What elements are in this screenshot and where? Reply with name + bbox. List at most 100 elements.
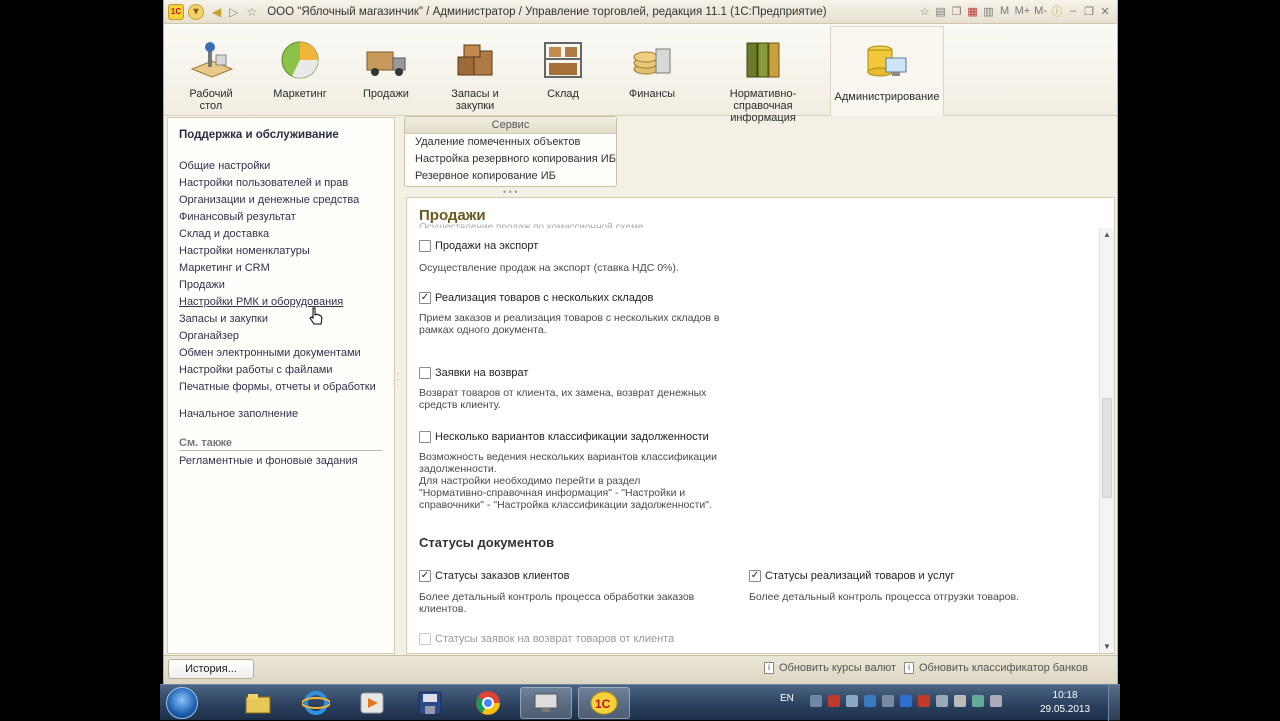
nav-item[interactable]: Настройки номенклатуры — [179, 243, 376, 260]
section-reference-info[interactable]: Нормативно-справочная информация — [702, 24, 824, 124]
clock-date: 29.05.2013 — [1040, 704, 1091, 715]
flag-icon[interactable] — [864, 695, 876, 707]
service-item[interactable]: Резервное копирование ИБ — [405, 168, 616, 185]
clipboard-icon[interactable] — [954, 695, 966, 707]
section-marketing[interactable]: Маркетинг — [262, 24, 338, 116]
scroll-thumb[interactable] — [1102, 398, 1112, 498]
checkbox-checked[interactable]: ✓ — [419, 570, 431, 582]
m-button[interactable]: M — [999, 5, 1011, 17]
nav-item[interactable]: Общие настройки — [179, 158, 376, 175]
update-banks-link[interactable]: i Обновить классификатор банков — [904, 662, 1088, 674]
1c-logo-icon[interactable]: 1С — [168, 3, 184, 20]
update-rates-link[interactable]: i Обновить курсы валют — [764, 662, 896, 674]
show-desktop-button[interactable] — [1108, 685, 1120, 721]
start-button[interactable] — [166, 687, 198, 719]
sound-icon[interactable] — [990, 695, 1002, 707]
sync-icon[interactable] — [972, 695, 984, 707]
restore-icon[interactable]: ❐ — [1083, 5, 1095, 18]
antivirus-icon[interactable] — [828, 695, 840, 707]
section-label: Администрирование — [834, 91, 940, 103]
menu-dropdown-icon[interactable]: ▾ — [188, 3, 204, 20]
nav-list: Общие настройки Настройки пользователей … — [179, 158, 376, 396]
pie-chart-icon — [277, 38, 323, 82]
forward-arrow-icon[interactable]: ▷ — [229, 5, 238, 19]
service-item[interactable]: Настройка резервного копирования ИБ — [405, 151, 616, 168]
clock[interactable]: 10:18 29.05.2013 — [1040, 689, 1090, 717]
section-sales[interactable]: Продажи — [350, 24, 422, 116]
nav-item-start-fill[interactable]: Начальное заполнение — [179, 408, 298, 420]
tray-arrow-icon[interactable] — [810, 695, 822, 707]
internet-explorer-icon[interactable] — [290, 687, 342, 719]
network-icon[interactable] — [846, 695, 858, 707]
scroll-down-icon[interactable]: ▼ — [1100, 640, 1114, 653]
calculator-icon[interactable]: ▥ — [983, 5, 995, 18]
nav-item[interactable]: Органайзер — [179, 328, 376, 345]
language-indicator[interactable]: EN — [780, 693, 794, 704]
nav-item[interactable]: Организации и денежные средства — [179, 192, 376, 209]
checkbox-checked[interactable]: ✓ — [419, 292, 431, 304]
1c-enterprise-icon[interactable]: 1С — [578, 687, 630, 719]
section-warehouse[interactable]: Склад — [530, 24, 596, 116]
chrome-icon[interactable] — [462, 687, 514, 719]
bluetooth-icon[interactable] — [900, 695, 912, 707]
section-administration[interactable]: Администрирование — [830, 26, 944, 116]
star-icon[interactable]: ☆ — [246, 5, 257, 19]
nav-item[interactable]: Обмен электронными документами — [179, 345, 376, 362]
ati-icon[interactable] — [918, 695, 930, 707]
see-also-heading: См. также — [179, 437, 382, 451]
option-export[interactable]: Продажи на экспорт — [419, 240, 538, 252]
option-label: Несколько вариантов классификации задолж… — [435, 431, 709, 443]
splitter-handle-horizontal[interactable]: • • • — [503, 187, 517, 197]
option-return-requests[interactable]: Заявки на возврат — [419, 367, 528, 379]
option-description: Осуществление продаж на экспорт (ставка … — [419, 262, 679, 274]
close-icon[interactable]: ✕ — [1099, 5, 1111, 18]
option-sales-statuses[interactable]: ✓ Статусы реализаций товаров и услуг — [749, 570, 954, 582]
splitter-handle-vertical[interactable]: · · · — [396, 369, 399, 390]
section-label: Финансы — [628, 88, 676, 100]
database-icon — [864, 41, 910, 85]
power-icon[interactable] — [936, 695, 948, 707]
explorer-icon[interactable] — [232, 687, 284, 719]
option-order-statuses[interactable]: ✓ Статусы заказов клиентов — [419, 570, 569, 582]
m-minus-button[interactable]: M- — [1034, 5, 1047, 17]
option-return-statuses: Статусы заявок на возврат товаров от кли… — [419, 633, 674, 645]
option-label: Продажи на экспорт — [435, 240, 539, 252]
option-debt-classification[interactable]: Несколько вариантов классификации задолж… — [419, 431, 709, 443]
nav-item[interactable]: Настройки пользователей и прав — [179, 175, 376, 192]
media-player-icon[interactable] — [346, 687, 398, 719]
remote-desktop-icon[interactable] — [520, 687, 572, 719]
nav-item[interactable]: Финансовый результат — [179, 209, 376, 226]
nav-item-scheduled-jobs[interactable]: Регламентные и фоновые задания — [179, 455, 358, 467]
nav-item[interactable]: Склад и доставка — [179, 226, 376, 243]
calendar-icon[interactable]: ▦ — [967, 5, 979, 18]
nav-item[interactable]: Настройки работы с файлами — [179, 362, 376, 379]
scroll-up-icon[interactable]: ▲ — [1100, 228, 1114, 242]
nav-item-hovered[interactable]: Настройки РМК и оборудования — [179, 294, 376, 311]
checkbox-checked[interactable]: ✓ — [749, 570, 761, 582]
m-plus-button[interactable]: M+ — [1015, 5, 1031, 17]
info-icon[interactable]: ⓘ — [1051, 3, 1063, 19]
section-finance[interactable]: Финансы — [616, 24, 688, 116]
save-disk-icon[interactable] — [404, 687, 456, 719]
nav-item[interactable]: Маркетинг и CRM — [179, 260, 376, 277]
nav-item[interactable]: Печатные формы, отчеты и обработки — [179, 379, 376, 396]
nav-item[interactable]: Продажи — [179, 277, 376, 294]
copy-icon[interactable]: ❐ — [951, 5, 963, 18]
checkbox[interactable] — [419, 431, 431, 443]
section-stock-purchases[interactable]: Запасы и закупки — [436, 24, 514, 116]
service-item[interactable]: Удаление помеченных объектов — [405, 134, 616, 151]
checkbox[interactable] — [419, 367, 431, 379]
nav-item[interactable]: Запасы и закупки — [179, 311, 376, 328]
history-icon[interactable]: ▤ — [935, 5, 947, 18]
vertical-scrollbar[interactable]: ▲ ▼ — [1099, 228, 1114, 653]
favorite-star-icon[interactable]: ☆ — [919, 5, 931, 18]
checkbox[interactable] — [419, 240, 431, 252]
back-arrow-icon[interactable]: ◀ — [212, 5, 221, 19]
speaker-volume-icon[interactable] — [882, 695, 894, 707]
minimize-icon[interactable]: – — [1067, 5, 1079, 17]
section-label: Нормативно-справочная информация — [729, 88, 797, 124]
option-multi-warehouse[interactable]: ✓ Реализация товаров с нескольких складо… — [419, 292, 653, 304]
section-desktop[interactable]: Рабочий стол — [174, 24, 248, 116]
history-button[interactable]: История... — [168, 659, 254, 679]
section-label: Продажи — [363, 88, 409, 100]
